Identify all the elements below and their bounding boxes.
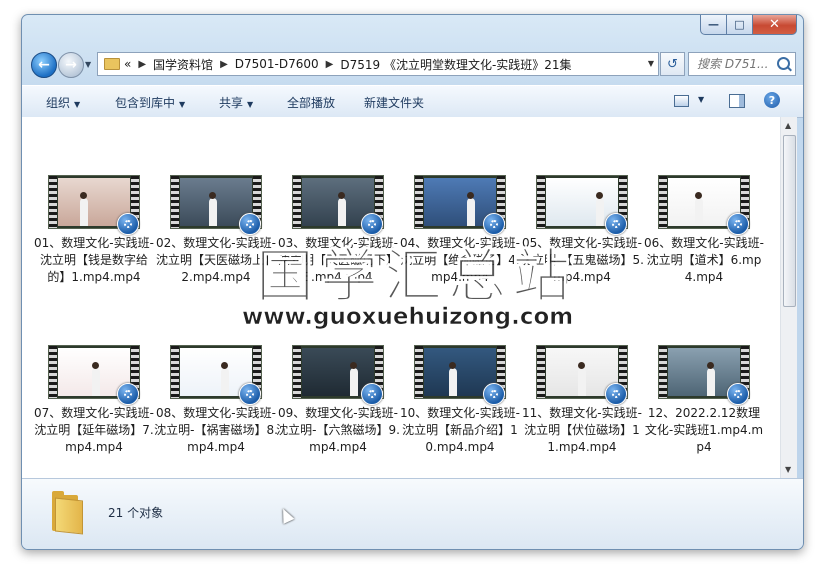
media-player-icon [117,383,139,405]
chevron-down-icon: ▼ [247,100,254,109]
share-label: 共享 [219,96,244,110]
recent-pages-button[interactable]: ▼ [85,60,91,69]
command-bar: 组织 ▼ 包含到库中 ▼ 共享 ▼ 全部播放 新建文件夹 ▼ ? [22,85,803,118]
breadcrumb-item-current[interactable]: D7519 《沈立明堂数理文化-实践班》21集 [340,56,571,73]
share-menu[interactable]: 共享 ▼ [219,94,253,111]
file-name: 06、数理文化-实践班-沈立明【道术】6.mp4.mp4 [644,236,764,284]
breadcrumb-separator-icon[interactable]: ▶ [326,59,334,70]
play-all-button[interactable]: 全部播放 [287,94,335,111]
media-player-icon [605,383,627,405]
search-box [688,52,796,76]
navigation-row: ← → ▼ « ▶ 国学资料馆 ▶ D7501-D7600 ▶ D7519 《沈… [22,45,803,81]
maximize-button[interactable]: □ [727,15,753,35]
play-all-label: 全部播放 [287,96,336,110]
file-name: 09、数理文化-实践班-沈立明-【六煞磁场】9.mp4.mp4 [276,406,400,454]
item-count: 21 个对象 [108,506,164,520]
watermark-url: www.guoxuehuizong.com [242,304,574,331]
address-history-glyph[interactable]: « [124,57,131,71]
media-player-icon [727,213,749,235]
breadcrumb-item-range[interactable]: D7501-D7600 [235,57,319,71]
scroll-up-icon[interactable]: ▲ [785,121,791,130]
arrow-left-icon: ← [38,57,50,73]
include-in-library-menu[interactable]: 包含到库中 ▼ [115,94,185,111]
minimize-button[interactable]: — [700,15,727,35]
media-player-icon [605,213,627,235]
media-player-icon [483,383,505,405]
media-player-icon [239,383,261,405]
close-icon: ✕ [769,17,780,32]
scroll-down-icon[interactable]: ▼ [785,465,791,474]
help-icon[interactable]: ? [764,92,780,108]
scrollbar-thumb[interactable] [783,135,796,307]
search-icon[interactable] [777,57,790,70]
breadcrumb-item-library[interactable]: 国学资料馆 [153,56,213,73]
refresh-button[interactable]: ↺ [660,52,685,76]
close-button[interactable]: ✕ [753,15,797,35]
view-options-dropdown-icon[interactable]: ▼ [698,95,704,104]
arrow-right-icon: → [65,57,77,73]
folder-icon [52,491,83,535]
preview-pane-icon[interactable] [729,94,745,108]
caption-buttons: — □ ✕ [700,15,797,35]
details-pane: 21 个对象 [22,478,803,549]
vertical-scrollbar[interactable]: ▲ ▼ [780,117,797,478]
address-bar[interactable]: « ▶ 国学资料馆 ▶ D7501-D7600 ▶ D7519 《沈立明堂数理文… [97,52,659,76]
breadcrumb-separator-icon[interactable]: ▶ [220,59,228,70]
file-name: 07、数理文化-实践班-沈立明【延年磁场】7.mp4.mp4 [34,406,154,454]
file-name: 10、数理文化-实践班-沈立明【新品介绍】10.mp4.mp4 [400,406,520,454]
address-dropdown-icon[interactable]: ▼ [648,59,654,68]
chevron-down-icon: ▼ [74,100,81,109]
file-name: 01、数理文化-实践班-沈立明【钱是数字给的】1.mp4.mp4 [34,236,154,284]
media-player-icon [361,383,383,405]
search-input[interactable] [695,56,779,72]
minimize-icon: — [708,18,719,31]
folder-icon [104,58,120,70]
new-folder-button[interactable]: 新建文件夹 [364,94,424,111]
new-folder-label: 新建文件夹 [364,96,425,110]
chevron-down-icon: ▼ [179,100,186,109]
file-name: 12、2022.2.12数理文化-实践班1.mp4.mp4 [644,406,764,454]
media-player-icon [727,383,749,405]
maximize-icon: □ [734,18,745,31]
include-in-library-label: 包含到库中 [115,96,176,110]
organize-label: 组织 [46,96,71,110]
file-name: 11、数理文化-实践班-沈立明【伏位磁场】11.mp4.mp4 [522,406,642,454]
chevron-down-icon: ▼ [85,60,92,69]
media-player-icon [117,213,139,235]
breadcrumb-separator-icon[interactable]: ▶ [138,59,146,70]
forward-button[interactable]: → [58,52,84,78]
organize-menu[interactable]: 组织 ▼ [46,94,80,111]
back-button[interactable]: ← [31,52,57,78]
refresh-icon: ↺ [667,56,678,72]
watermark-text: 国学汇总站 [255,242,577,311]
file-name: 08、数理文化-实践班-沈立明-【祸害磁场】8.mp4.mp4 [154,406,278,454]
change-view-icon[interactable] [674,95,689,107]
